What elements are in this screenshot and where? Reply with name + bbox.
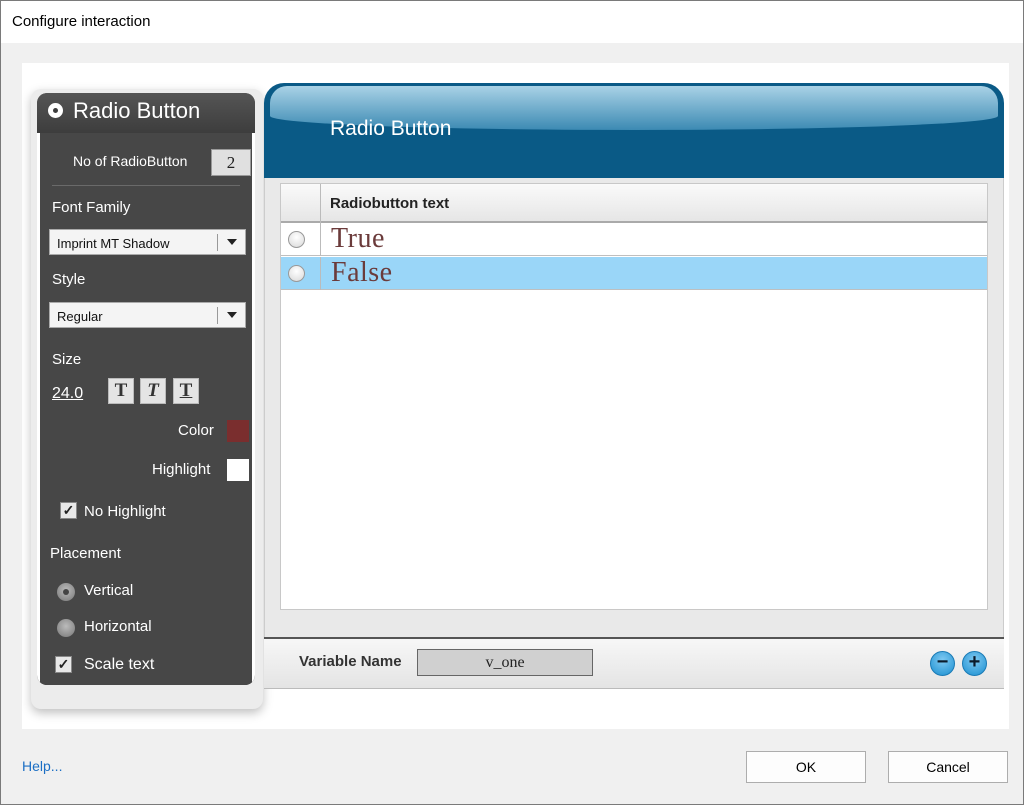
radio-option-icon[interactable] [288,231,305,248]
add-option-button[interactable]: + [962,651,987,676]
settings-panel-header: Radio Button [37,93,255,133]
variable-name-input[interactable]: v_one [417,649,593,676]
preview-header: Radio Button [264,83,1004,178]
ok-button[interactable]: OK [746,751,866,783]
title-bar: Configure interaction [1,1,1023,43]
option-text[interactable]: True [331,223,385,255]
column-divider [320,184,321,223]
horizontal-radio[interactable] [57,619,75,637]
table-header: Radiobutton text [281,184,987,223]
window-title: Configure interaction [12,13,151,30]
underline-button[interactable]: T [173,378,199,404]
font-family-label: Font Family [52,199,131,216]
font-family-value: Imprint MT Shadow [57,236,170,251]
select-divider [217,307,218,324]
no-highlight-checkbox[interactable]: ✓ [60,502,77,519]
horizontal-label: Horizontal [84,618,152,635]
settings-panel-body: No of RadioButton 2 Font Family Imprint … [37,133,255,685]
option-text[interactable]: False [331,257,393,289]
column-divider [320,257,321,290]
column-header-text: Radiobutton text [330,195,450,212]
highlight-label: Highlight [152,461,211,478]
settings-panel-title: Radio Button [73,98,201,123]
radio-count-input[interactable]: 2 [211,149,251,176]
placement-label: Placement [50,545,121,562]
size-value[interactable]: 24.0 [52,385,83,403]
style-select[interactable]: Regular [49,302,246,328]
italic-button[interactable]: T [140,378,166,404]
radio-option-icon[interactable] [288,265,305,282]
chevron-down-icon [227,312,237,318]
style-label: Style [52,271,86,288]
bold-button[interactable]: T [108,378,134,404]
separator [52,185,240,186]
preview-title: Radio Button [330,117,452,140]
chevron-down-icon [227,239,237,245]
table-row[interactable]: False [281,257,987,290]
style-value: Regular [57,309,103,324]
highlight-swatch[interactable] [227,459,249,481]
help-link[interactable]: Help... [22,758,62,774]
variable-name-label: Variable Name [299,653,402,670]
size-label: Size [52,351,82,368]
radio-count-label: No of RadioButton [73,153,188,169]
vertical-radio[interactable] [57,583,75,601]
dialog-window: Configure interaction Radio Button No of… [0,0,1024,805]
remove-option-button[interactable]: − [930,651,955,676]
font-family-select[interactable]: Imprint MT Shadow [49,229,246,255]
color-label: Color [178,422,214,439]
radio-button-icon [48,103,63,118]
cancel-button[interactable]: Cancel [888,751,1008,783]
scale-text-label: Scale text [84,656,155,673]
select-divider [217,234,218,251]
settings-panel: Radio Button No of RadioButton 2 Font Fa… [37,93,255,685]
color-swatch[interactable] [227,420,249,442]
no-highlight-label: No Highlight [84,503,166,520]
vertical-label: Vertical [84,582,134,599]
scale-text-checkbox[interactable]: ✓ [55,656,72,673]
radio-options-table: Radiobutton text True False [280,183,988,610]
table-row[interactable]: True [281,223,987,256]
column-divider [320,223,321,256]
